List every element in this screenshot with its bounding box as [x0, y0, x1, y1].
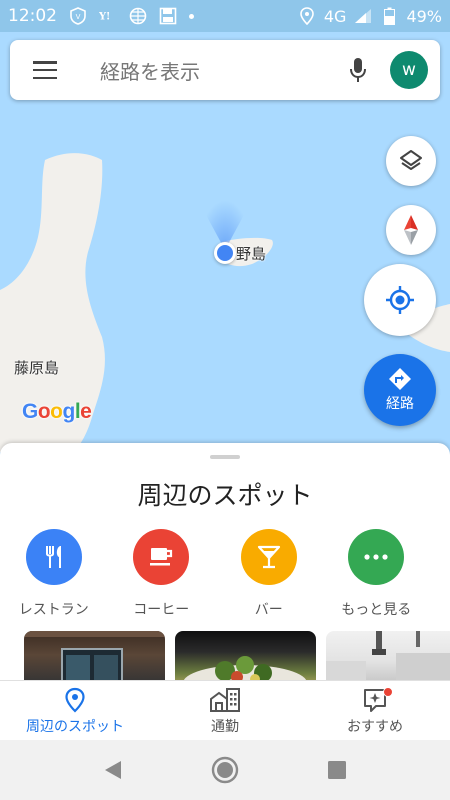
category-label: コーヒー: [133, 602, 190, 618]
my-location-icon: [386, 286, 414, 314]
globe-icon: [129, 7, 147, 25]
svg-text:Y!: Y!: [99, 12, 110, 23]
coffee-cup-icon: [133, 529, 190, 585]
directions-label: 経路: [386, 396, 414, 412]
sheet-drag-handle[interactable]: [210, 455, 240, 459]
back-triangle-icon: [105, 761, 121, 779]
cocktail-icon: [240, 529, 297, 585]
home-button[interactable]: [210, 755, 240, 785]
hamburger-icon: [33, 61, 57, 79]
status-time: 12:02: [8, 6, 57, 26]
place-photo[interactable]: [326, 631, 450, 683]
compass-icon: [404, 215, 418, 245]
place-photo[interactable]: [24, 631, 165, 683]
battery-icon: [380, 7, 398, 25]
voice-search-button[interactable]: [338, 40, 378, 100]
microphone-icon: [350, 58, 366, 82]
more-dots-icon: [348, 529, 405, 585]
commute-buildings-icon: [209, 686, 241, 714]
place-photo-carousel[interactable]: [24, 631, 450, 683]
yahoo-icon: Y!: [99, 7, 117, 25]
current-location-dot: [214, 242, 236, 264]
map-label-island: 野島: [236, 245, 267, 263]
category-label: もっと見る: [341, 602, 412, 618]
tab-label: おすすめ: [347, 718, 403, 735]
tab-commute[interactable]: 通勤: [150, 681, 300, 740]
directions-icon: [389, 368, 411, 390]
location-icon: [298, 7, 316, 25]
tab-explore[interactable]: 周辺のスポット: [0, 681, 150, 740]
notification-badge: [383, 687, 393, 697]
home-circle-icon: [211, 756, 239, 784]
layers-button[interactable]: [386, 136, 436, 186]
search-input[interactable]: 経路を表示: [80, 56, 338, 85]
recents-square-icon: [328, 761, 346, 779]
tab-label: 通勤: [211, 718, 239, 735]
signal-icon: [354, 7, 372, 25]
layers-icon: [400, 150, 422, 170]
fork-knife-icon: [25, 529, 82, 585]
recents-button[interactable]: [322, 755, 352, 785]
my-location-button[interactable]: [364, 264, 436, 336]
map-label-fujiwara: 藤原島: [14, 359, 60, 377]
system-navigation-bar: [0, 740, 450, 800]
location-pin-icon: [64, 686, 86, 714]
back-button[interactable]: [98, 755, 128, 785]
category-label: レストラン: [18, 602, 89, 618]
place-photo[interactable]: [175, 631, 316, 683]
status-bar: 12:02 V Y! 4G 49%: [0, 0, 450, 32]
google-logo: Google: [22, 400, 92, 423]
directions-button[interactable]: 経路: [364, 354, 436, 426]
compass-button[interactable]: [386, 205, 436, 255]
explore-sheet[interactable]: 周辺のスポット レストラン コーヒー バー もっと見る: [0, 443, 450, 683]
tab-label: 周辺のスポット: [26, 718, 124, 735]
battery-percent: 49%: [406, 6, 442, 26]
search-bar[interactable]: 経路を表示 w: [10, 40, 440, 100]
svg-text:V: V: [76, 13, 81, 21]
network-type: 4G: [323, 6, 347, 26]
vpn-shield-icon: V: [69, 7, 87, 25]
account-avatar[interactable]: w: [390, 51, 428, 89]
category-coffee[interactable]: コーヒー: [108, 529, 216, 619]
category-label: バー: [254, 602, 283, 618]
category-row: レストラン コーヒー バー もっと見る: [0, 529, 450, 619]
category-more[interactable]: もっと見る: [323, 529, 431, 619]
menu-button[interactable]: [10, 40, 80, 100]
notification-dot: [189, 13, 194, 19]
sheet-title: 周辺のスポット: [137, 481, 313, 510]
bottom-navigation: 周辺のスポット 通勤 おすすめ: [0, 680, 450, 740]
category-bar[interactable]: バー: [215, 529, 323, 619]
tab-updates[interactable]: おすすめ: [300, 681, 450, 740]
save-icon: [159, 7, 177, 25]
category-restaurant[interactable]: レストラン: [0, 529, 108, 619]
